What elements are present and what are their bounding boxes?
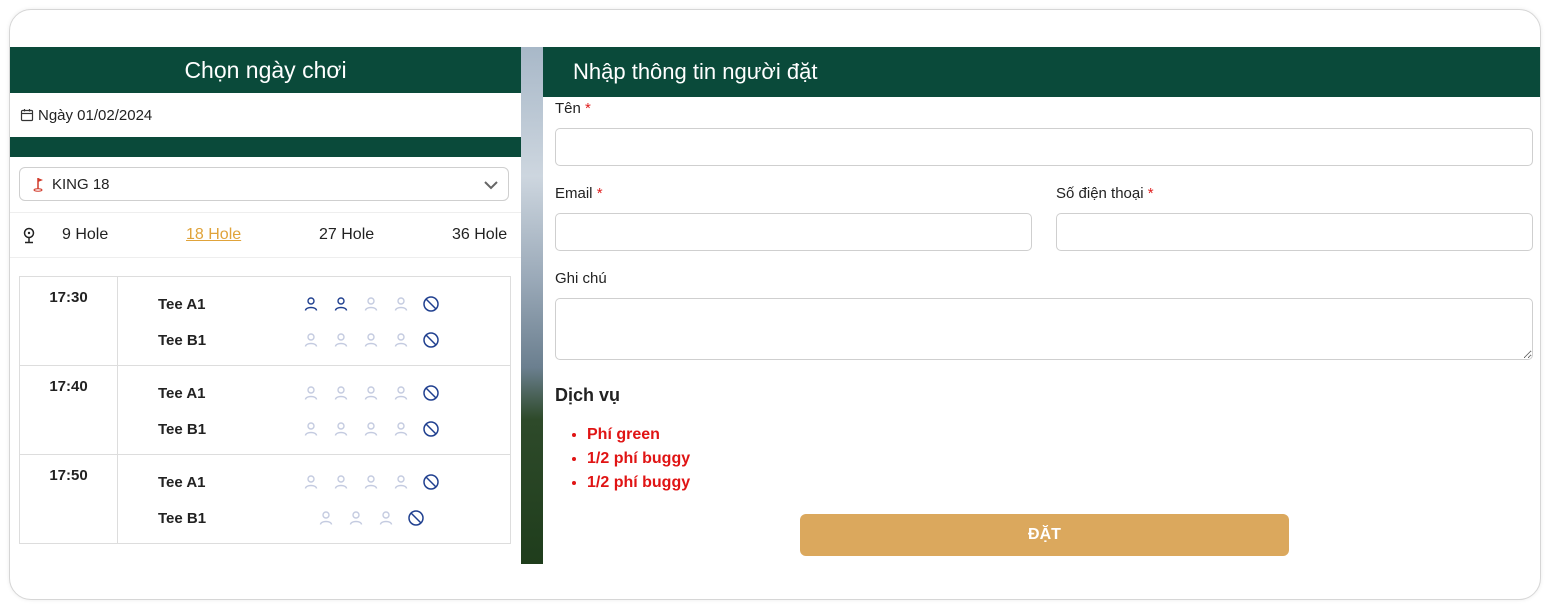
email-label: Email * — [555, 185, 603, 202]
time-slot: 17:30 Tee A1 Tee B1 — [20, 277, 510, 366]
tee-row: Tee B1 — [158, 418, 278, 440]
slot-time: 17:30 — [20, 277, 118, 365]
tee-row: Tee A1 — [158, 293, 278, 315]
person-icon[interactable] — [296, 418, 326, 440]
seat-group — [296, 382, 446, 404]
required-mark: * — [1147, 185, 1154, 202]
tee-row: Tee A1 — [158, 471, 278, 493]
person-icon[interactable] — [386, 329, 416, 351]
chevron-down-icon — [482, 176, 500, 194]
block-icon[interactable] — [401, 507, 431, 529]
person-icon[interactable] — [296, 471, 326, 493]
golf-flag-icon — [32, 176, 46, 192]
slot-time: 17:50 — [20, 455, 118, 544]
time-slot: 17:40 Tee A1 Tee B1 — [20, 366, 510, 455]
person-icon[interactable] — [356, 293, 386, 315]
hole-option-18[interactable]: 18 Hole — [186, 226, 241, 244]
hole-option-9[interactable]: 9 Hole — [62, 226, 108, 244]
tee-name: Tee B1 — [158, 331, 207, 349]
date-selector[interactable]: Ngày 01/02/2024 — [10, 93, 521, 137]
tee-name: Tee A1 — [158, 473, 206, 491]
section-divider-bar — [10, 137, 521, 157]
course-select-value: KING 18 — [52, 175, 110, 193]
tee-name: Tee A1 — [158, 295, 206, 313]
services-list: Phí green 1/2 phí buggy 1/2 phí buggy — [555, 423, 690, 495]
form-title: Nhập thông tin người đặt — [543, 47, 1540, 97]
service-item: 1/2 phí buggy — [587, 447, 690, 471]
person-icon[interactable] — [386, 293, 416, 315]
phone-label-text: Số điện thoại — [1056, 185, 1144, 202]
tee-name: Tee B1 — [158, 420, 207, 438]
person-icon[interactable] — [326, 293, 356, 315]
seat-group — [296, 471, 446, 493]
tee-name: Tee B1 — [158, 509, 207, 527]
golf-pin-icon — [21, 227, 37, 245]
email-label-text: Email — [555, 185, 593, 202]
service-item: 1/2 phí buggy — [587, 471, 690, 495]
person-icon[interactable] — [311, 507, 341, 529]
submit-booking-button[interactable]: ĐẶT — [800, 514, 1289, 556]
block-icon[interactable] — [416, 471, 446, 493]
person-icon[interactable] — [326, 418, 356, 440]
person-icon[interactable] — [296, 293, 326, 315]
date-label: Ngày 01/02/2024 — [38, 106, 153, 124]
seat-group — [296, 293, 446, 315]
person-icon[interactable] — [356, 418, 386, 440]
person-icon[interactable] — [356, 382, 386, 404]
person-icon[interactable] — [356, 471, 386, 493]
person-icon[interactable] — [386, 471, 416, 493]
course-select[interactable]: KING 18 — [19, 167, 509, 201]
required-mark: * — [585, 100, 591, 117]
required-mark: * — [596, 185, 603, 202]
note-label: Ghi chú — [555, 270, 607, 287]
calendar-icon — [20, 108, 34, 122]
person-icon[interactable] — [341, 507, 371, 529]
person-icon[interactable] — [386, 382, 416, 404]
left-panel-title: Chọn ngày chơi — [10, 47, 521, 93]
phone-label: Số điện thoại * — [1056, 185, 1154, 202]
person-icon[interactable] — [326, 329, 356, 351]
tee-row: Tee A1 — [158, 382, 278, 404]
note-textarea[interactable] — [555, 298, 1533, 360]
block-icon[interactable] — [416, 293, 446, 315]
time-slot: 17:50 Tee A1 Tee B1 — [20, 455, 510, 544]
tee-name: Tee A1 — [158, 384, 206, 402]
slot-time: 17:40 — [20, 366, 118, 454]
person-icon[interactable] — [296, 329, 326, 351]
email-input[interactable] — [555, 213, 1032, 251]
person-icon[interactable] — [296, 382, 326, 404]
tee-time-table: 17:30 Tee A1 Tee B1 17:40 Tee A1 Tee B1 … — [19, 276, 511, 544]
person-icon[interactable] — [326, 382, 356, 404]
person-icon[interactable] — [356, 329, 386, 351]
background-photo — [521, 47, 543, 564]
seat-group — [296, 329, 446, 351]
tee-row: Tee B1 — [158, 507, 278, 529]
name-label-text: Tên — [555, 100, 581, 117]
person-icon[interactable] — [326, 471, 356, 493]
seat-group — [296, 418, 446, 440]
booking-form: Nhập thông tin người đặt Tên * Email * S… — [543, 47, 1540, 564]
services-title: Dịch vụ — [555, 385, 621, 405]
block-icon[interactable] — [416, 382, 446, 404]
person-icon[interactable] — [371, 507, 401, 529]
seat-group — [311, 507, 431, 529]
hole-selector: 9 Hole 18 Hole 27 Hole 36 Hole — [10, 212, 521, 258]
hole-option-36[interactable]: 36 Hole — [452, 226, 507, 244]
service-item: Phí green — [587, 423, 690, 447]
name-input[interactable] — [555, 128, 1533, 166]
phone-input[interactable] — [1056, 213, 1533, 251]
block-icon[interactable] — [416, 418, 446, 440]
name-label: Tên * — [555, 100, 591, 117]
hole-option-27[interactable]: 27 Hole — [319, 226, 374, 244]
person-icon[interactable] — [386, 418, 416, 440]
tee-row: Tee B1 — [158, 329, 278, 351]
block-icon[interactable] — [416, 329, 446, 351]
